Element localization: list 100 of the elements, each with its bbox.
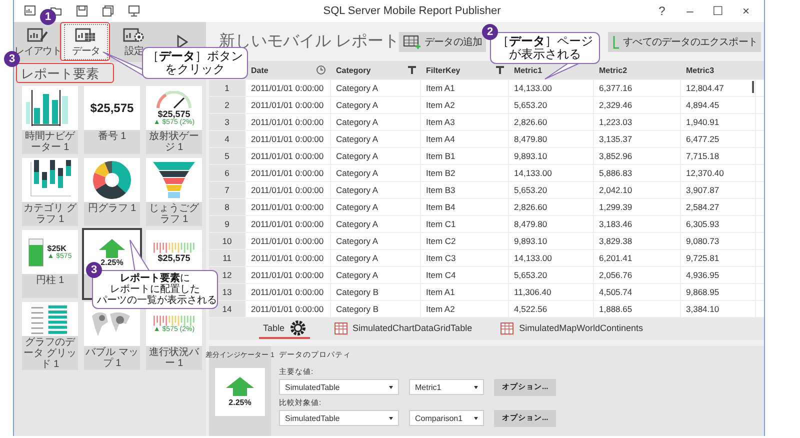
table-cell: Item A1 [421, 80, 509, 96]
table-cell: Item A2 [421, 301, 509, 318]
table-cell: Category A [331, 233, 421, 250]
row-number: 7 [209, 182, 246, 198]
table-cell: Category B [331, 284, 421, 300]
number-value: $25,575 [90, 101, 134, 115]
table-cell: Category A [331, 165, 421, 182]
table-cell: 2011/01/01 0:00:00 [246, 165, 331, 182]
table-cell: 12,370.40 [681, 165, 756, 182]
table-cell: 2011/01/01 0:00:00 [246, 233, 331, 250]
table-cell: Category A [331, 250, 421, 266]
table-cell: Item C1 [421, 216, 509, 232]
table-cell: Item A1 [421, 284, 509, 300]
tile-label: バブル マップ 1 [84, 346, 140, 369]
tile-label: 放射状ゲージ 1 [148, 130, 200, 153]
table-cell: 9,868.95 [681, 284, 756, 300]
indicator-value: 2.25% [100, 258, 124, 266]
row-number: 11 [209, 250, 246, 266]
table-cell: 4,894.45 [681, 97, 756, 114]
row-number: 1 [209, 80, 246, 96]
table-cell: 1,223.03 [594, 114, 681, 130]
table-cell: 2011/01/01 0:00:00 [246, 216, 331, 232]
table-cell: Category A [331, 97, 421, 114]
row-number: 3 [209, 114, 246, 130]
table-cell: Category A [331, 199, 421, 216]
table-cell: 3,183.46 [594, 216, 681, 232]
indicator-value: 2.25% [228, 398, 252, 408]
table-cell: 1,940.91 [681, 114, 756, 130]
table-cell: 2011/01/01 0:00:00 [246, 131, 331, 148]
table-cell: Category A [331, 131, 421, 148]
tile-label: 進行状況バー 1 [148, 346, 200, 369]
table-cell: Category A [331, 182, 421, 198]
window-title: SQL Server Mobile Report Publisher [322, 5, 502, 17]
table-cell: Item A3 [421, 114, 509, 130]
gauge-value: $25,575 [158, 108, 190, 118]
table-cell: 6,377.16 [594, 80, 681, 96]
table-cell: 5,653.20 [509, 97, 594, 114]
table-cell: 2,042.10 [594, 182, 681, 198]
table-cell: 14,133.00 [509, 80, 594, 96]
table-cell: Item A2 [421, 97, 509, 114]
table-cell: Item C2 [421, 233, 509, 250]
table-cell: 3,135.37 [594, 131, 681, 148]
tile-label: グラフのデータ グリッド 1 [22, 336, 78, 370]
table-cell: 14,133.00 [509, 250, 594, 266]
panel-title: レポート要素 [16, 63, 114, 83]
table-cell: 9,725.81 [681, 250, 756, 266]
cylinder-value: $25K [47, 244, 66, 253]
table-cell: 11,306.40 [509, 284, 594, 300]
table-cell: 9,893.10 [509, 148, 594, 164]
tile-label: 時間ナビゲーター 1 [24, 130, 76, 153]
table-cell: 2,056.76 [594, 267, 681, 284]
table-cell: 5,653.20 [509, 182, 594, 198]
table-cell: 2,329.46 [594, 97, 681, 114]
tile-label: 番号 1 [96, 130, 128, 142]
tile-label: カテゴリ グラフ 1 [22, 202, 78, 225]
table-cell: 2011/01/01 0:00:00 [246, 284, 331, 300]
table-cell: 2011/01/01 0:00:00 [246, 114, 331, 130]
table-cell: 2011/01/01 0:00:00 [246, 267, 331, 284]
table-cell: 5,886.83 [594, 165, 681, 182]
table-cell: Category A [331, 216, 421, 232]
table-cell: 3,384.10 [681, 301, 756, 318]
table-cell: 3,907.87 [681, 182, 756, 198]
table-cell: Category A [331, 267, 421, 284]
table-cell: Category A [331, 148, 421, 164]
progress-value: $25,575 [158, 252, 190, 262]
table-cell: 3,852.96 [594, 148, 681, 164]
tile-label: 円柱 1 [34, 274, 66, 286]
callout-text: ［データ］ページ が表示される [496, 35, 594, 62]
table-cell: 6,305.93 [681, 216, 756, 232]
table-cell: 2,584.27 [681, 199, 756, 216]
table-cell: 2011/01/01 0:00:00 [246, 250, 331, 266]
row-number: 5 [209, 148, 246, 164]
table-cell: Item B1 [421, 148, 509, 164]
table-cell: 7,715.18 [681, 148, 756, 164]
table-cell: 14,133.00 [509, 165, 594, 182]
table-cell: 3,829.38 [594, 233, 681, 250]
table-cell: 4,522.56 [509, 301, 594, 318]
table-cell: 9,893.10 [509, 233, 594, 250]
table-cell: 4,505.74 [594, 284, 681, 300]
table-cell: Item B3 [421, 182, 509, 198]
row-number: 8 [209, 199, 246, 216]
row-number: 10 [209, 233, 246, 250]
table-cell: 2011/01/01 0:00:00 [246, 199, 331, 216]
table-cell: Item B2 [421, 165, 509, 182]
table-cell: 5,653.20 [509, 267, 594, 284]
table-cell: 2011/01/01 0:00:00 [246, 80, 331, 96]
table-cell: Item B4 [421, 199, 509, 216]
table-cell: Item A4 [421, 131, 509, 148]
row-number: 6 [209, 165, 246, 182]
table-cell: Item C3 [421, 250, 509, 266]
table-cell: Category B [331, 301, 421, 318]
table-cell: 2011/01/01 0:00:00 [246, 148, 331, 164]
table-cell: Category A [331, 114, 421, 130]
table-cell: 9,080.73 [681, 233, 756, 250]
tile-label: 円グラフ 1 [86, 202, 138, 214]
table-cell: 8,479.80 [509, 216, 594, 232]
tile-label: じょうごグラフ 1 [148, 202, 200, 225]
table-cell: 6,477.25 [681, 131, 756, 148]
row-number: 2 [209, 97, 246, 114]
table-cell: 2011/01/01 0:00:00 [246, 182, 331, 198]
